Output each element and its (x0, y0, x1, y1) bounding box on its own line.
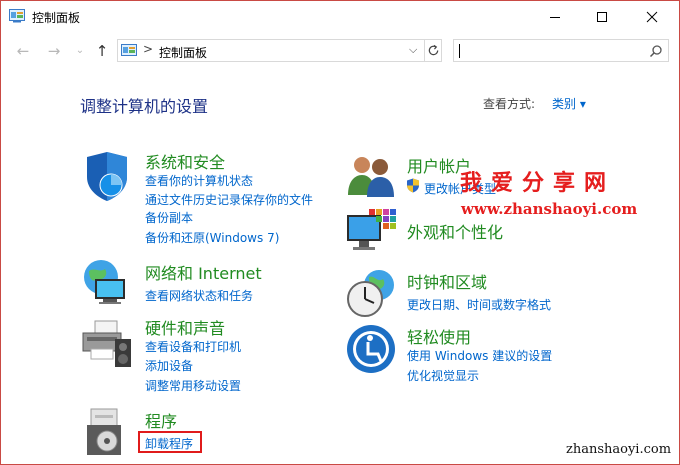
category-network-internet[interactable]: 网络和 Internet (145, 260, 262, 284)
link-file-history[interactable]: 通过文件历史记录保存你的文件 (145, 191, 313, 208)
link-backup-copy[interactable]: 备份副本 (145, 209, 193, 226)
view-by-dropdown[interactable]: 类别 ▾ (552, 95, 586, 112)
address-bar[interactable]: > 控制面板 ⌵ (117, 39, 442, 62)
breadcrumb-control-panel[interactable]: 控制面板 (159, 44, 207, 61)
link-recommended-settings[interactable]: 使用 Windows 建议的设置 (407, 347, 552, 364)
search-icon[interactable] (649, 44, 663, 58)
maximize-icon (597, 12, 607, 22)
back-arrow-icon[interactable]: ← (13, 43, 33, 59)
refresh-button[interactable] (424, 40, 442, 61)
category-ease-of-access[interactable]: 轻松使用 (407, 324, 471, 348)
users-icon[interactable] (345, 151, 397, 203)
search-input[interactable] (462, 42, 646, 61)
forward-arrow-icon[interactable]: → (44, 43, 64, 59)
close-icon (646, 11, 658, 23)
breadcrumb-separator[interactable]: > (143, 42, 153, 56)
window-title: 控制面板 (32, 11, 81, 25)
link-date-time-format[interactable]: 更改日期、时间或数字格式 (407, 296, 551, 313)
category-hardware-sound[interactable]: 硬件和声音 (145, 315, 225, 339)
recent-dropdown-icon[interactable]: ⌄ (70, 43, 90, 59)
programs-disc-icon[interactable] (81, 405, 133, 457)
address-dropdown-icon[interactable]: ⌵ (409, 43, 417, 57)
link-mobility-settings[interactable]: 调整常用移动设置 (145, 377, 241, 394)
category-clock-region[interactable]: 时钟和区域 (407, 269, 487, 293)
refresh-icon (428, 44, 439, 56)
category-appearance[interactable]: 外观和个性化 (407, 219, 503, 243)
watermark-title: 我爱分享网 (460, 171, 616, 196)
close-button[interactable] (629, 1, 675, 33)
text-cursor (459, 44, 460, 58)
control-panel-icon (9, 9, 25, 23)
minimize-button[interactable] (532, 1, 578, 33)
control-panel-small-icon (121, 44, 137, 56)
uninstall-highlight-box (138, 431, 202, 453)
control-panel-window: 控制面板 ← → ⌄ ↑ > 控制面板 ⌵ 调整计算机的设置 查看方式: 类别 … (0, 0, 680, 465)
title-bar: 控制面板 (1, 1, 679, 33)
monitor-palette-icon[interactable] (345, 209, 397, 261)
link-network-status[interactable]: 查看网络状态和任务 (145, 287, 253, 304)
uac-shield-icon (407, 178, 419, 193)
watermark-url: www.zhanshaoyi.com (461, 200, 638, 218)
watermark-bottom: zhanshaoyi.com (566, 442, 672, 457)
network-globe-icon[interactable] (81, 257, 133, 309)
link-backup-restore[interactable]: 备份和还原(Windows 7) (145, 229, 279, 246)
maximize-button[interactable] (579, 1, 625, 33)
clock-globe-icon[interactable] (345, 267, 397, 319)
ease-of-access-icon[interactable] (345, 323, 397, 375)
view-by-label: 查看方式: (483, 97, 536, 111)
minimize-icon (550, 17, 560, 18)
link-add-device[interactable]: 添加设备 (145, 357, 193, 374)
link-devices-printers[interactable]: 查看设备和打印机 (145, 338, 241, 355)
printer-speaker-icon[interactable] (81, 317, 133, 369)
up-arrow-icon[interactable]: ↑ (92, 43, 112, 59)
category-programs[interactable]: 程序 (145, 408, 177, 432)
shield-icon[interactable] (81, 151, 133, 203)
link-view-computer-status[interactable]: 查看你的计算机状态 (145, 172, 253, 189)
search-box[interactable] (453, 39, 669, 62)
link-optimize-visual-display[interactable]: 优化视觉显示 (407, 367, 479, 384)
page-title: 调整计算机的设置 (80, 97, 209, 116)
category-system-security[interactable]: 系统和安全 (145, 149, 225, 173)
